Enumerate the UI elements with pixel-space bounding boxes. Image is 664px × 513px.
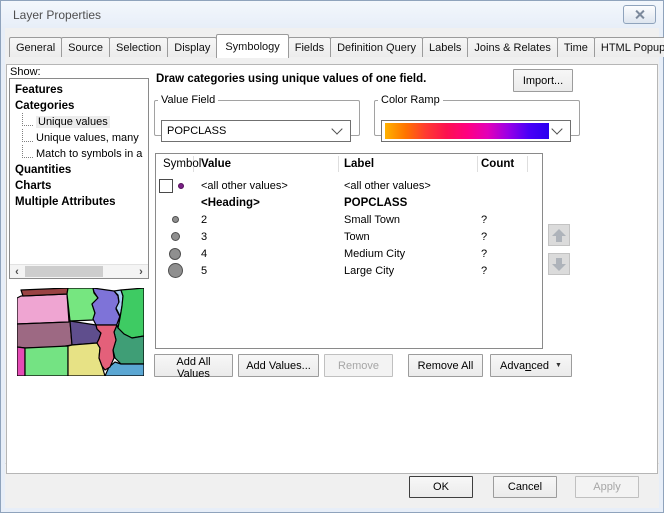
- point-symbol-swatch[interactable]: [171, 232, 180, 241]
- chevron-down-icon: [331, 123, 342, 134]
- value-field-selected: POPCLASS: [162, 125, 333, 137]
- table-row[interactable]: <all other values> <all other values>: [156, 177, 542, 194]
- advanced-button[interactable]: Advanced ▼: [490, 354, 572, 377]
- unique-values-table: Symbol Value Label Count <all other valu…: [155, 153, 543, 349]
- column-header-label: Label: [339, 156, 478, 172]
- table-rows: <all other values> <all other values> <H…: [156, 174, 542, 279]
- all-other-values-checkbox[interactable]: [159, 179, 173, 193]
- value-field-label: Value Field: [158, 94, 218, 106]
- ok-button[interactable]: OK: [409, 476, 473, 498]
- table-row-heading[interactable]: <Heading> POPCLASS: [156, 194, 542, 211]
- remove-button[interactable]: Remove: [324, 354, 393, 377]
- table-header: Symbol Value Label Count: [156, 154, 542, 174]
- tree-connector: [22, 113, 33, 126]
- tree-item-match-to-symbols[interactable]: Match to symbols in a: [10, 146, 148, 162]
- color-ramp-group: Color Ramp: [374, 94, 580, 136]
- tab-fields[interactable]: Fields: [288, 37, 331, 57]
- tab-general[interactable]: General: [9, 37, 62, 57]
- column-header-count: Count: [478, 156, 528, 172]
- table-row[interactable]: 5 Large City ?: [156, 262, 542, 279]
- move-up-button[interactable]: [548, 224, 570, 246]
- tab-labels[interactable]: Labels: [422, 37, 468, 57]
- import-button[interactable]: Import...: [513, 69, 573, 92]
- window-title: Layer Properties: [13, 8, 623, 22]
- column-header-symbol: Symbol: [156, 156, 194, 172]
- map-preview: [17, 288, 144, 376]
- color-ramp-dropdown[interactable]: [381, 120, 571, 142]
- tab-html-popup[interactable]: HTML Popup: [594, 37, 664, 57]
- close-button[interactable]: [623, 5, 656, 24]
- table-row[interactable]: 2 Small Town ?: [156, 211, 542, 228]
- tab-joins-relates[interactable]: Joins & Relates: [467, 37, 557, 57]
- tree-connector: [22, 145, 33, 158]
- column-header-value: Value: [194, 156, 339, 172]
- tree-connector: [22, 129, 33, 142]
- scroll-left-icon[interactable]: ‹: [10, 265, 24, 278]
- table-row[interactable]: 4 Medium City ?: [156, 245, 542, 262]
- panel-description: Draw categories using unique values of o…: [156, 73, 426, 85]
- dropdown-arrow-icon: ▼: [555, 362, 562, 369]
- chevron-down-icon: [551, 123, 562, 134]
- close-icon: [634, 9, 645, 20]
- tab-source[interactable]: Source: [61, 37, 110, 57]
- tab-time[interactable]: Time: [557, 37, 595, 57]
- apply-button[interactable]: Apply: [575, 476, 639, 498]
- point-symbol-swatch[interactable]: [168, 263, 183, 278]
- scroll-right-icon[interactable]: ›: [134, 265, 148, 278]
- arrow-up-icon: [552, 229, 566, 242]
- tree-item-multiple-attributes[interactable]: Multiple Attributes: [10, 194, 148, 210]
- arrow-down-icon: [552, 258, 566, 271]
- add-values-button[interactable]: Add Values...: [238, 354, 319, 377]
- tab-symbology[interactable]: Symbology: [216, 34, 288, 58]
- tab-selection[interactable]: Selection: [109, 37, 168, 57]
- move-down-button[interactable]: [548, 253, 570, 275]
- point-symbol-swatch[interactable]: [169, 248, 181, 260]
- point-symbol-swatch[interactable]: [172, 216, 179, 223]
- add-all-values-button[interactable]: Add All Values: [154, 354, 233, 377]
- dialog-body: General Source Selection Display Symbolo…: [5, 28, 659, 508]
- cancel-button[interactable]: Cancel: [493, 476, 557, 498]
- advanced-button-label: Advanced: [500, 360, 549, 372]
- scrollbar-thumb[interactable]: [25, 266, 103, 277]
- remove-all-button[interactable]: Remove All: [408, 354, 483, 377]
- color-ramp-label: Color Ramp: [378, 94, 443, 106]
- tree-item-quantities[interactable]: Quantities: [10, 162, 148, 178]
- symbology-tab-panel: Show: Features Categories Unique values …: [6, 64, 658, 474]
- titlebar[interactable]: Layer Properties: [1, 1, 663, 28]
- color-ramp-swatch: [385, 123, 549, 139]
- tree-item-features[interactable]: Features: [10, 79, 148, 98]
- show-label: Show:: [10, 66, 41, 78]
- table-row[interactable]: 3 Town ?: [156, 228, 542, 245]
- point-symbol-swatch[interactable]: [178, 183, 184, 189]
- tree-horizontal-scrollbar[interactable]: ‹ ›: [10, 264, 148, 278]
- layer-properties-dialog: Layer Properties General Source Selectio…: [0, 0, 664, 513]
- tab-definition-query[interactable]: Definition Query: [330, 37, 423, 57]
- tab-display[interactable]: Display: [167, 37, 217, 57]
- value-field-group: Value Field POPCLASS: [154, 94, 360, 136]
- show-tree: Features Categories Unique values Unique…: [9, 78, 149, 279]
- value-field-dropdown[interactable]: POPCLASS: [161, 120, 351, 142]
- tree-item-charts[interactable]: Charts: [10, 178, 148, 194]
- tab-bar: General Source Selection Display Symbolo…: [9, 34, 664, 57]
